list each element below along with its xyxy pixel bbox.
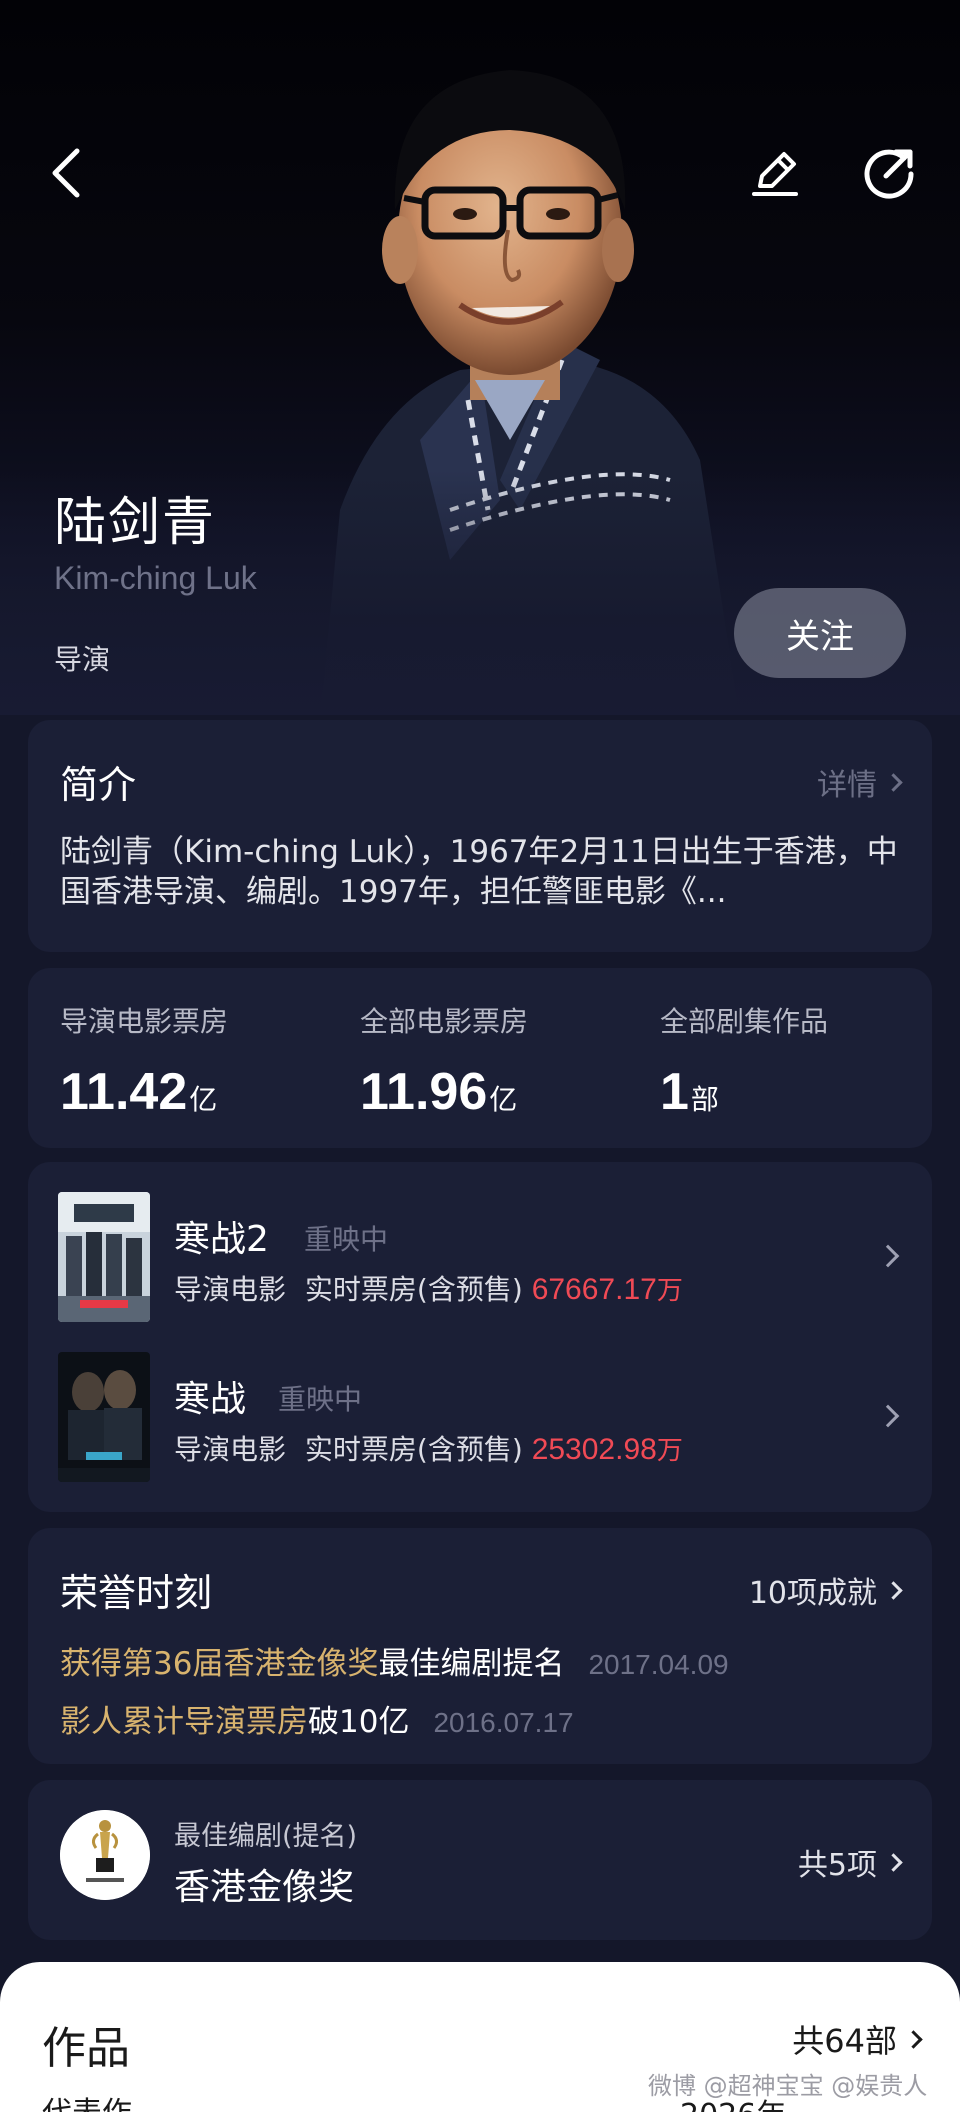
stat-value: 1部 — [660, 1063, 719, 1121]
stat-series-works[interactable]: 全部剧集作品 1部 — [660, 1000, 828, 1122]
intro-detail-link[interactable]: 详情 — [817, 760, 903, 804]
film-status-badge: 重映中 — [304, 1223, 389, 1256]
edit-button[interactable] — [740, 138, 810, 208]
honor-item[interactable]: 获得第36届香港金像奖最佳编剧提名 2017.04.09 — [60, 1638, 729, 1683]
honor-moments-card: 荣誉时刻 10项成就 获得第36届香港金像奖最佳编剧提名 2017.04.09 影… — [28, 1528, 932, 1764]
intro-title: 简介 — [60, 763, 137, 807]
back-button[interactable] — [32, 138, 102, 208]
now-showing-films-card: 寒战2 重映中 导演电影 实时票房(含预售) 67667.17万 寒战 重映中 … — [28, 1162, 932, 1512]
film-meta: 导演电影 实时票房(含预售) 67667.17万 — [174, 1273, 683, 1306]
film-poster — [58, 1192, 150, 1322]
chevron-right-icon — [876, 1404, 900, 1428]
person-role: 导演 — [54, 643, 111, 676]
film-status-badge: 重映中 — [278, 1383, 363, 1416]
award-count-link[interactable]: 共5项 — [797, 1840, 903, 1884]
pencil-icon — [752, 152, 798, 196]
intro-card: 简介 详情 陆剑青（Kim-ching Luk），1967年2月11日出生于香港… — [28, 720, 932, 952]
stat-label: 全部剧集作品 — [660, 1005, 829, 1038]
stat-value: 11.42亿 — [60, 1063, 218, 1121]
honor-achievements-link[interactable]: 10项成就 — [748, 1568, 903, 1612]
hero-header: 陆剑青 Kim-ching Luk 导演 关注 — [0, 0, 960, 715]
award-count-label: 共5项 — [797, 1848, 877, 1883]
chevron-right-icon — [904, 2029, 923, 2049]
stat-label: 全部电影票房 — [360, 1005, 529, 1038]
award-name: 香港金像奖 — [174, 1867, 355, 1908]
person-english-name: Kim-ching Luk — [54, 560, 257, 596]
person-name: 陆剑青 — [54, 493, 217, 553]
works-title: 作品 — [42, 2023, 130, 2074]
back-arrow-icon — [52, 148, 80, 198]
stat-total-box-office[interactable]: 全部电影票房 11.96亿 — [360, 1000, 528, 1122]
chevron-right-icon — [876, 1244, 900, 1268]
film-title: 寒战 — [174, 1379, 247, 1420]
chevron-right-icon — [884, 1852, 903, 1872]
award-card[interactable]: 最佳编剧(提名) 香港金像奖 共5项 — [28, 1780, 932, 1940]
film-title: 寒战2 — [174, 1219, 269, 1260]
stat-label: 导演电影票房 — [60, 1005, 229, 1038]
chevron-right-icon — [884, 1580, 903, 1600]
honor-item[interactable]: 影人累计导演票房破10亿 2016.07.17 — [60, 1696, 574, 1741]
film-gross: 67667.17 — [531, 1273, 657, 1306]
film-gross: 25302.98 — [531, 1433, 657, 1466]
share-icon — [864, 149, 914, 199]
share-button[interactable] — [854, 138, 924, 208]
works-count-link[interactable]: 共64部 — [792, 2016, 923, 2062]
stat-value: 11.96亿 — [360, 1063, 518, 1121]
follow-button[interactable]: 关注 — [734, 588, 906, 678]
trophy-icon — [60, 1810, 150, 1900]
works-count-label: 共64部 — [792, 2022, 897, 2060]
honor-title: 荣誉时刻 — [60, 1571, 213, 1615]
works-subtitle: 代表作 — [42, 2088, 132, 2112]
intro-text[interactable]: 陆剑青（Kim-ching Luk），1967年2月11日出生于香港，中国香港导… — [60, 832, 910, 912]
honor-count-label: 10项成就 — [748, 1576, 877, 1611]
chevron-right-icon — [884, 772, 903, 792]
film-poster — [58, 1352, 150, 1482]
stat-directed-box-office[interactable]: 导演电影票房 11.42亿 — [60, 1000, 228, 1122]
intro-detail-label: 详情 — [817, 768, 877, 803]
watermark: 微博 @超神宝宝 @娱贵人 — [648, 2072, 928, 2100]
award-category: 最佳编剧(提名) — [174, 1821, 358, 1852]
film-meta: 导演电影 实时票房(含预售) 25302.98万 — [174, 1433, 683, 1466]
box-office-stats-card: 导演电影票房 11.42亿 全部电影票房 11.96亿 全部剧集作品 1部 — [28, 968, 932, 1148]
film-row[interactable]: 寒战2 重映中 导演电影 实时票房(含预售) 67667.17万 — [28, 1192, 932, 1332]
film-row[interactable]: 寒战 重映中 导演电影 实时票房(含预售) 25302.98万 — [28, 1352, 932, 1492]
